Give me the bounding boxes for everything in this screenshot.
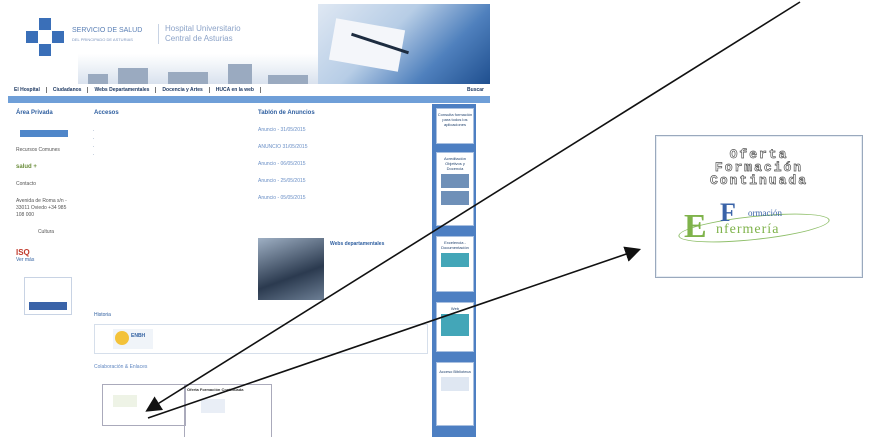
- health-service-logo[interactable]: [26, 18, 64, 56]
- isq-logo[interactable]: ISQ: [16, 248, 76, 257]
- sidebar-box-consulta[interactable]: Consulta formación para todos los aplica…: [436, 108, 474, 144]
- news-photo: [258, 238, 324, 300]
- oferta-title: Oferta Formación Continuada: [709, 147, 808, 188]
- address-text: Avenida de Roma s/n - 33011 Oviedo +34 9…: [16, 198, 67, 218]
- anuncio-item[interactable]: Anuncio - 06/05/2015: [258, 161, 426, 167]
- recursos-link[interactable]: Recursos Comunes: [16, 147, 76, 154]
- news-title[interactable]: Webs departamentales: [330, 240, 424, 248]
- contacto-label: Contacto: [16, 181, 37, 187]
- enfermeria-mini-logo: [201, 399, 225, 413]
- formacion-enfermeria-logo: E F ormación nfermería: [677, 198, 848, 250]
- historia-section: Historia ENBH: [94, 312, 428, 354]
- news-text: Webs departamentales: [330, 240, 424, 248]
- footer-banner-right[interactable]: Oferta Formación Continuada: [184, 384, 272, 437]
- cultura-label: Cultura: [37, 229, 55, 235]
- historia-panel[interactable]: ENBH: [94, 324, 428, 354]
- anuncio-item[interactable]: Anuncio - 31/05/2015: [258, 127, 426, 133]
- anuncio-item[interactable]: Anuncio - 05/05/2015: [258, 195, 426, 201]
- nav-item-huca[interactable]: HUCA en la web: [210, 87, 261, 93]
- nav-item-webs[interactable]: Webs Departamentales: [88, 87, 157, 93]
- main-nav: El Hospital Ciudadanos Webs Departamenta…: [8, 84, 490, 96]
- header-photo: [318, 4, 490, 84]
- sidebar-box-documentacion[interactable]: Excelencia - Documentación: [436, 236, 474, 292]
- enbh-logo: ENBH: [113, 329, 153, 349]
- sidebar-box-biblioteca[interactable]: Acceso Biblioteca: [436, 362, 474, 426]
- list-item[interactable]: [102, 150, 254, 158]
- formacion-mini-logo: [113, 395, 137, 407]
- oferta-label: Oferta Formación Continuada: [187, 387, 244, 392]
- nav-item-docencia[interactable]: Docencia y Artes: [156, 87, 210, 93]
- accesos-list: [94, 126, 254, 158]
- right-sidebar: Consulta formación para todos los aplica…: [432, 104, 476, 437]
- login-button[interactable]: [20, 130, 68, 137]
- list-item[interactable]: [102, 142, 254, 150]
- sidebar-box-acreditacion[interactable]: Acreditación Objetivos y Docencia: [436, 152, 474, 226]
- salud-badge[interactable]: salud +: [16, 164, 37, 171]
- nav-item-hospital[interactable]: El Hospital: [8, 87, 47, 93]
- anuncio-item[interactable]: ANUNCIO 31/05/2015: [258, 144, 426, 150]
- accesos-heading: Accesos: [94, 110, 119, 116]
- zoomed-oferta-card[interactable]: Oferta Formación Continuada E F ormación…: [655, 135, 863, 278]
- private-area-heading: Área Privada: [16, 110, 53, 116]
- tablon-anuncios: Tablón de Anuncios Anuncio - 31/05/2015 …: [258, 110, 426, 201]
- site-header: SERVICIO DE SALUD DEL PRINCIPADO DE ASTU…: [8, 0, 490, 88]
- org-name: SERVICIO DE SALUD DEL PRINCIPADO DE ASTU…: [72, 27, 143, 42]
- banner-box[interactable]: [24, 277, 72, 315]
- center-column: Accesos: [94, 110, 254, 158]
- list-item[interactable]: [102, 134, 254, 142]
- nav-bar: [8, 96, 490, 103]
- website-screenshot: SERVICIO DE SALUD DEL PRINCIPADO DE ASTU…: [8, 0, 490, 437]
- tablon-heading: Tablón de Anuncios: [258, 110, 315, 116]
- anuncio-item[interactable]: Anuncio - 25/05/2015: [258, 178, 426, 184]
- left-column: Área Privada Recursos Comunes salud + Co…: [16, 110, 76, 315]
- list-item[interactable]: [102, 126, 254, 134]
- header-skyline: [78, 54, 318, 84]
- nav-item-ciudadanos[interactable]: Ciudadanos: [47, 87, 89, 93]
- footer-banner-left[interactable]: [102, 384, 186, 426]
- historia-heading: Historia: [94, 312, 111, 318]
- colab-heading: Colaboración & Enlaces: [94, 364, 148, 370]
- nav-search[interactable]: Buscar: [461, 87, 490, 93]
- hospital-name: Hospital Universitario Central de Asturi…: [158, 24, 241, 44]
- news-block[interactable]: Webs departamentales: [258, 238, 426, 302]
- isq-link[interactable]: Ver más: [16, 257, 76, 263]
- sidebar-box-web[interactable]: Web: [436, 302, 474, 352]
